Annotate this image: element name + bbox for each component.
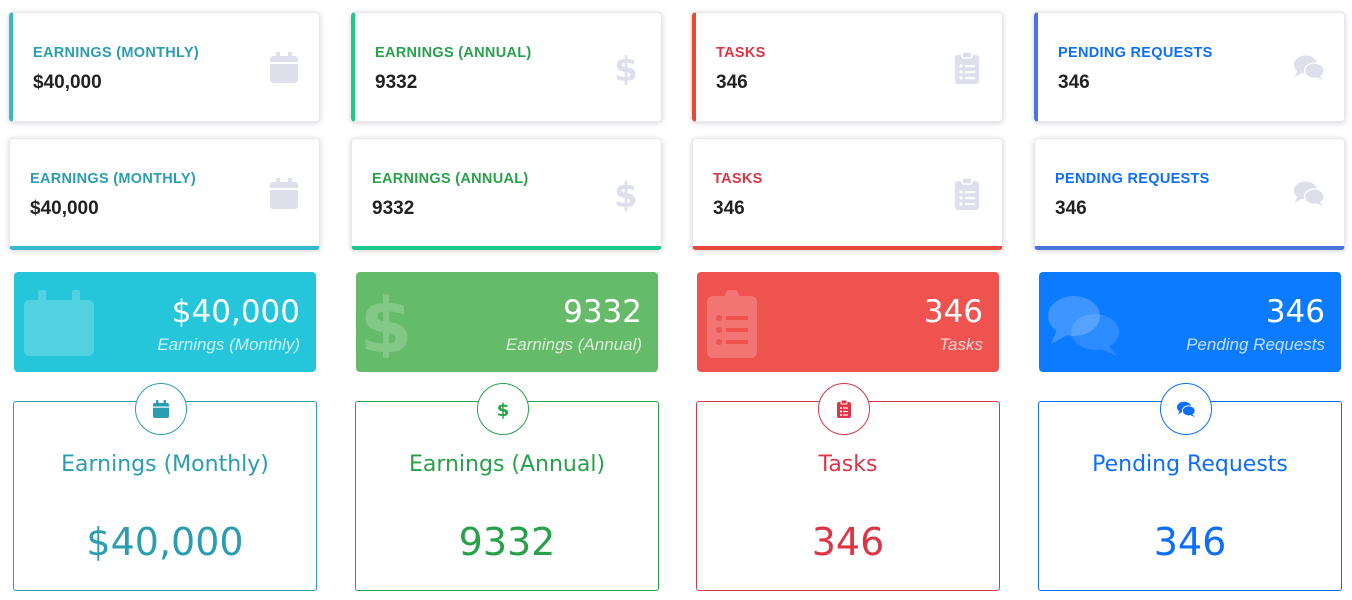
card-value: 346 xyxy=(1055,198,1087,219)
comments-icon xyxy=(1048,296,1119,356)
clipboard-list-icon xyxy=(955,51,979,84)
icon-badge xyxy=(1160,383,1212,435)
earnings-monthly-card: EARNINGS (MONTHLY) $40,000 xyxy=(9,138,320,250)
card-label: Earnings (Annual) xyxy=(408,452,606,477)
card-label: EARNINGS (MONTHLY) xyxy=(30,171,196,187)
card-value: 346 xyxy=(1153,520,1227,564)
earnings-monthly-card: EARNINGS (MONTHLY) $40,000 xyxy=(9,12,320,122)
card-label: PENDING REQUESTS xyxy=(1055,171,1210,187)
earnings-monthly-card: $40,000 Earnings (Monthly) xyxy=(14,272,316,372)
icon-badge xyxy=(135,383,187,435)
calendar-icon xyxy=(270,52,298,83)
earnings-annual-card: EARNINGS (ANNUAL) 9332 $ xyxy=(351,138,662,250)
tasks-card: TASKS 346 xyxy=(692,12,1003,122)
card-label: EARNINGS (ANNUAL) xyxy=(375,45,532,61)
comments-icon xyxy=(1293,181,1325,207)
card-value: 346 xyxy=(716,72,748,93)
card-value: $40,000 xyxy=(86,520,244,564)
clipboard-list-icon xyxy=(707,290,757,358)
dollar-icon: $ xyxy=(614,177,638,211)
card-label: Earnings (Monthly) xyxy=(61,452,269,477)
card-value: 346 xyxy=(811,520,885,564)
card-value: 346 xyxy=(1058,72,1090,93)
dollar-icon: $ xyxy=(614,51,638,85)
icon-badge xyxy=(818,383,870,435)
svg-text:$: $ xyxy=(497,400,510,419)
card-value: $40,000 xyxy=(30,198,99,219)
card-label: Tasks xyxy=(818,452,878,477)
icon-badge: $ xyxy=(477,383,529,435)
pending-requests-card: PENDING REQUESTS 346 xyxy=(1034,138,1345,250)
comments-icon xyxy=(1176,401,1196,418)
card-value: $40,000 xyxy=(171,294,300,330)
svg-text:$: $ xyxy=(614,177,638,211)
card-value: 346 xyxy=(713,198,745,219)
card-label: TASKS xyxy=(716,45,766,61)
svg-text:$: $ xyxy=(614,51,638,85)
card-value: 346 xyxy=(923,294,983,330)
comments-icon xyxy=(1293,55,1325,81)
card-value: 9332 xyxy=(375,72,418,93)
calendar-icon xyxy=(24,290,94,356)
card-value: 9332 xyxy=(458,520,556,564)
card-value: 9332 xyxy=(563,294,642,330)
pending-requests-card: PENDING REQUESTS 346 xyxy=(1034,12,1345,122)
dollar-icon: $ xyxy=(497,400,510,419)
svg-text:$: $ xyxy=(364,290,412,358)
earnings-monthly-card: Earnings (Monthly) $40,000 xyxy=(13,383,317,591)
card-label: EARNINGS (MONTHLY) xyxy=(33,45,199,61)
clipboard-list-icon xyxy=(837,399,851,418)
card-value: 9332 xyxy=(372,198,415,219)
card-label: EARNINGS (ANNUAL) xyxy=(372,171,529,187)
earnings-annual-card: EARNINGS (ANNUAL) 9332 $ xyxy=(351,12,662,122)
tasks-card: TASKS 346 xyxy=(692,138,1003,250)
card-label: Pending Requests xyxy=(1186,335,1325,354)
card-value: $40,000 xyxy=(33,72,102,93)
card-label: PENDING REQUESTS xyxy=(1058,45,1213,61)
card-label: TASKS xyxy=(713,171,763,187)
card-value: 346 xyxy=(1265,294,1325,330)
clipboard-list-icon xyxy=(955,177,979,210)
dollar-icon: $ xyxy=(364,290,412,358)
card-label: Tasks xyxy=(939,335,983,354)
tasks-card: Tasks 346 xyxy=(696,383,1000,591)
earnings-annual-card: $ Earnings (Annual) 9332 xyxy=(355,383,659,591)
card-label: Pending Requests xyxy=(1092,452,1288,477)
pending-requests-card: Pending Requests 346 xyxy=(1038,383,1342,591)
card-label: Earnings (Annual) xyxy=(505,335,642,354)
earnings-annual-card: $ 9332 Earnings (Annual) xyxy=(356,272,658,372)
card-label: Earnings (Monthly) xyxy=(157,335,300,354)
pending-requests-card: 346 Pending Requests xyxy=(1039,272,1341,372)
tasks-card: 346 Tasks xyxy=(697,272,999,372)
calendar-icon xyxy=(153,400,169,418)
calendar-icon xyxy=(270,178,298,209)
